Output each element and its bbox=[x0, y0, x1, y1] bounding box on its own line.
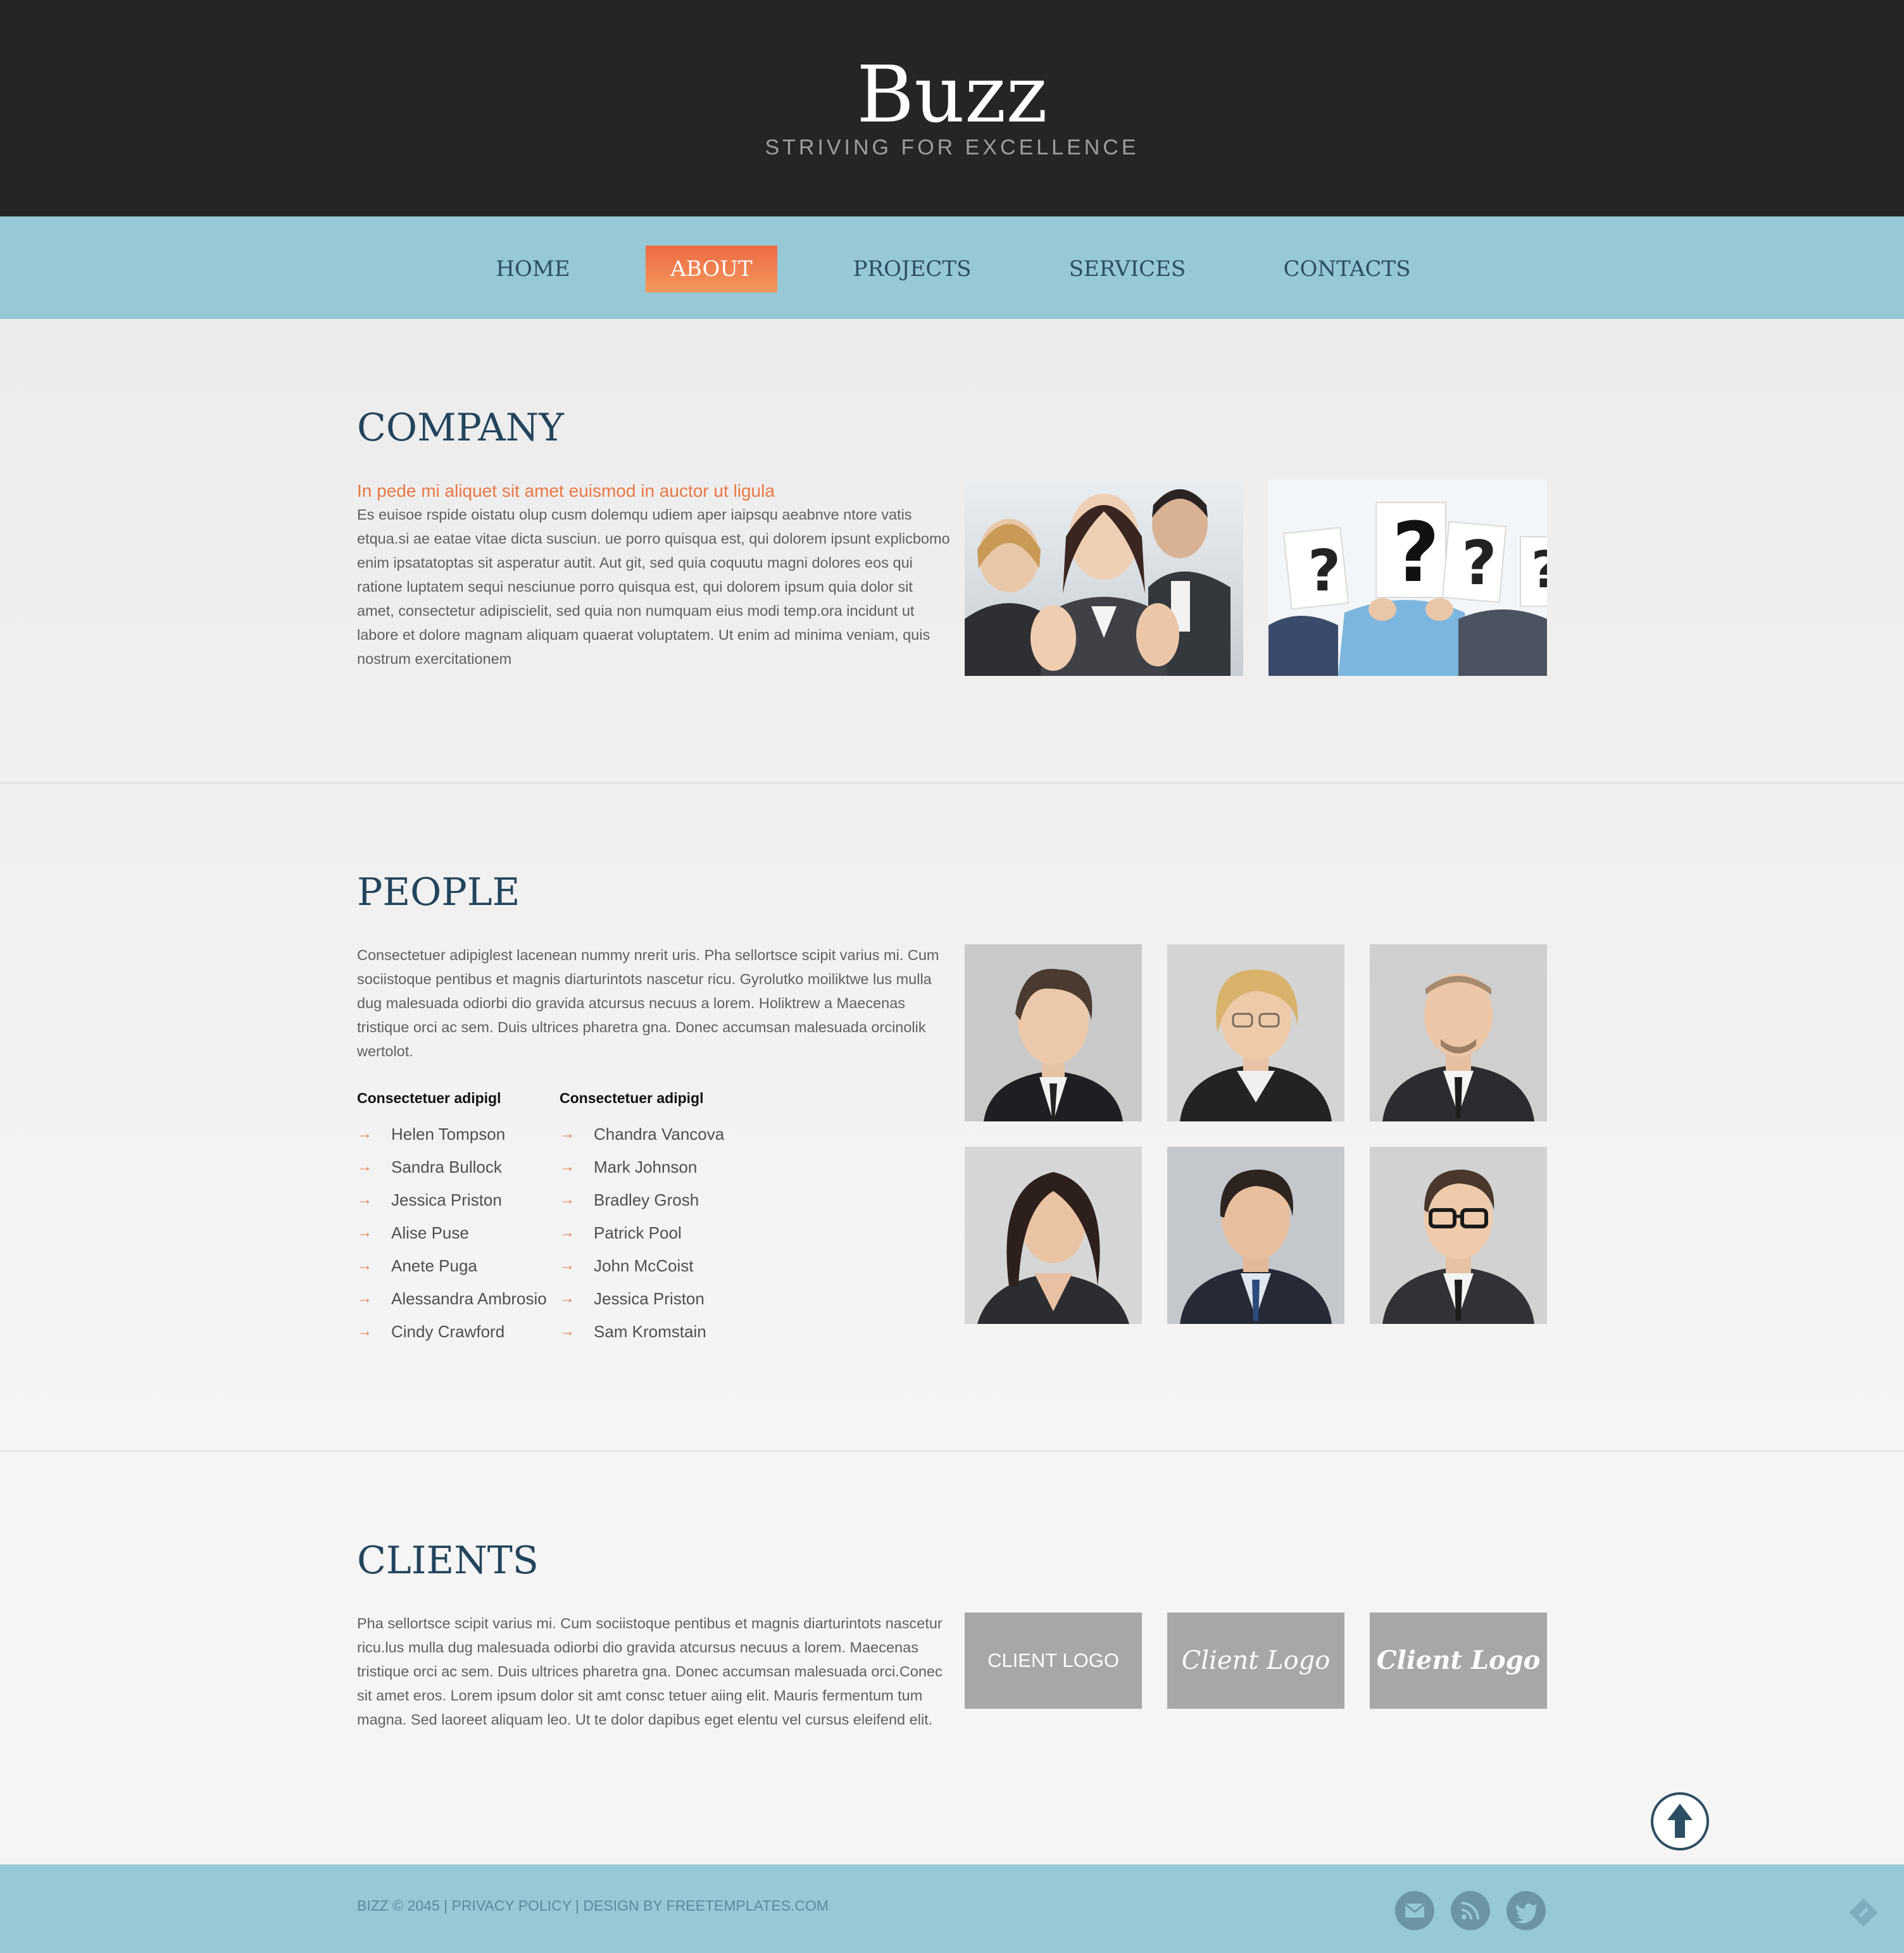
portrait-photo bbox=[1370, 944, 1547, 1121]
arrow-right-icon: → bbox=[560, 1158, 575, 1175]
arrow-right-icon: → bbox=[357, 1323, 372, 1340]
arrow-right-icon: → bbox=[560, 1257, 575, 1274]
list-item: → Jessica Priston bbox=[357, 1183, 547, 1216]
arrow-right-icon: → bbox=[357, 1125, 372, 1142]
list-item: → Jessica Priston bbox=[560, 1282, 724, 1315]
people-text: Consectetuer adipiglest lacenean nummy n… bbox=[357, 947, 939, 1059]
client-logo[interactable]: Client Logo bbox=[1167, 1613, 1344, 1709]
arrow-up-icon bbox=[1651, 1792, 1709, 1850]
person-name: Alessandra Ambrosio bbox=[391, 1289, 547, 1308]
person-name: Jessica Priston bbox=[594, 1289, 705, 1308]
list-item: → Helen Tompson bbox=[357, 1118, 547, 1151]
list-item: → Mark Johnson bbox=[560, 1151, 724, 1183]
person-name: Bradley Grosh bbox=[594, 1190, 699, 1209]
nav-item-projects[interactable]: PROJECTS bbox=[839, 246, 985, 292]
person-name: Sandra Bullock bbox=[391, 1157, 502, 1176]
nav-item-home[interactable]: HOME bbox=[476, 246, 590, 292]
site-header: Buzz STRIVING FOR EXCELLENCE bbox=[0, 0, 1904, 216]
list-item: → Cindy Crawford bbox=[357, 1315, 547, 1348]
arrow-right-icon: → bbox=[560, 1224, 575, 1241]
site-logo-title[interactable]: Buzz bbox=[0, 44, 1904, 146]
arrow-right-icon: → bbox=[357, 1290, 372, 1307]
people-heading: PEOPLE bbox=[357, 870, 520, 914]
portrait-photo bbox=[1167, 944, 1344, 1121]
main-nav: HOME ABOUT PROJECTS SERVICES CONTACTS bbox=[0, 216, 1904, 319]
footer-copyright[interactable]: BIZZ © 2045 | PRIVACY POLICY | DESIGN BY… bbox=[357, 1897, 829, 1914]
list-item: → Alessandra Ambrosio bbox=[357, 1282, 547, 1315]
person-name: Chandra Vancova bbox=[594, 1125, 725, 1144]
list-item: → Sam Kromstain bbox=[560, 1315, 724, 1348]
arrow-right-icon: → bbox=[357, 1158, 372, 1175]
mail-icon[interactable] bbox=[1395, 1891, 1434, 1930]
clients-text: Pha sellortsce scipit varius mi. Cum soc… bbox=[357, 1615, 943, 1728]
twitter-icon[interactable] bbox=[1506, 1891, 1546, 1930]
pencil-icon[interactable] bbox=[1847, 1896, 1880, 1929]
people-list-2: → Chandra Vancova → Mark Johnson → Bradley … bbox=[560, 1118, 724, 1348]
person-name: Anete Puga bbox=[391, 1256, 477, 1275]
list-item: → Chandra Vancova bbox=[560, 1118, 724, 1151]
person-name: Patrick Pool bbox=[594, 1223, 682, 1242]
person-name: Mark Johnson bbox=[594, 1157, 698, 1176]
company-subtitle: In pede mi aliquet sit amet euismod in a… bbox=[357, 481, 775, 501]
company-section: COMPANY In pede mi aliquet sit amet euis… bbox=[0, 319, 1904, 783]
client-logo[interactable]: Client Logo bbox=[1370, 1613, 1547, 1709]
portrait-photo bbox=[965, 1147, 1142, 1324]
nav-item-services[interactable]: SERVICES bbox=[1055, 246, 1200, 292]
people-list-2-heading: Consectetuer adipigl bbox=[560, 1090, 704, 1106]
arrow-right-icon: → bbox=[357, 1191, 372, 1208]
list-item: → Anete Puga bbox=[357, 1249, 547, 1282]
person-name: John McCoist bbox=[594, 1256, 694, 1275]
nav-item-about[interactable]: ABOUT bbox=[646, 246, 777, 292]
list-item: → Alise Puse bbox=[357, 1216, 547, 1249]
list-item: → John McCoist bbox=[560, 1249, 724, 1282]
company-heading: COMPANY bbox=[357, 406, 564, 450]
back-to-top-button[interactable] bbox=[1650, 1791, 1710, 1852]
rss-icon[interactable] bbox=[1451, 1891, 1490, 1930]
nav-item-contacts[interactable]: CONTACTS bbox=[1272, 246, 1422, 292]
people-list-1-heading: Consectetuer adipigl bbox=[357, 1090, 501, 1106]
svg-text:?: ? bbox=[1308, 538, 1341, 604]
svg-text:?: ? bbox=[1531, 540, 1547, 599]
svg-text:?: ? bbox=[1462, 528, 1497, 599]
person-name: Alise Puse bbox=[391, 1223, 469, 1242]
portrait-photo bbox=[965, 944, 1142, 1121]
people-list-1: → Helen Tompson → Sandra Bullock → Jessica … bbox=[357, 1118, 547, 1348]
clients-section: CLIENTS Pha sellortsce scipit varius mi.… bbox=[0, 1452, 1904, 1864]
arrow-right-icon: → bbox=[357, 1257, 372, 1274]
svg-text:?: ? bbox=[1392, 504, 1439, 601]
list-item: → Patrick Pool bbox=[560, 1216, 724, 1249]
person-name: Jessica Priston bbox=[391, 1190, 502, 1209]
arrow-right-icon: → bbox=[560, 1191, 575, 1208]
portrait-photo bbox=[1167, 1147, 1344, 1324]
clients-heading: CLIENTS bbox=[357, 1538, 539, 1583]
arrow-right-icon: → bbox=[560, 1125, 575, 1142]
list-item: → Bradley Grosh bbox=[560, 1183, 724, 1216]
site-tagline: STRIVING FOR EXCELLENCE bbox=[765, 135, 1139, 159]
people-section: PEOPLE Consectetuer adipiglest lacenean … bbox=[0, 783, 1904, 1452]
person-name: Cindy Crawford bbox=[391, 1322, 505, 1341]
list-item: → Sandra Bullock bbox=[357, 1151, 547, 1183]
person-name: Helen Tompson bbox=[391, 1125, 506, 1144]
arrow-right-icon: → bbox=[560, 1290, 575, 1307]
person-name: Sam Kromstain bbox=[594, 1322, 706, 1341]
arrow-right-icon: → bbox=[560, 1323, 575, 1340]
arrow-right-icon: → bbox=[357, 1224, 372, 1241]
site-footer: BIZZ © 2045 | PRIVACY POLICY | DESIGN BY… bbox=[0, 1864, 1904, 1953]
question-marks-photo: ? ? ? ? bbox=[1268, 480, 1547, 676]
company-text: Es euisoe rspide oistatu olup cusm dolem… bbox=[357, 506, 950, 667]
team-applause-photo bbox=[965, 480, 1243, 676]
portrait-photo bbox=[1370, 1147, 1547, 1324]
client-logo[interactable]: CLIENT LOGO bbox=[965, 1613, 1142, 1709]
